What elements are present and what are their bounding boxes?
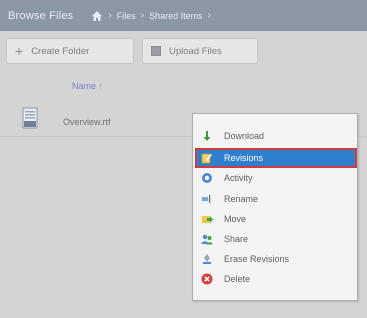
- upload-icon: [151, 46, 161, 56]
- plus-icon: +: [15, 43, 24, 59]
- menu-item-download[interactable]: Download: [201, 128, 351, 144]
- title-bar: Browse Files › Files › Shared Items ›: [0, 0, 367, 31]
- menu-item-label: Revisions: [224, 153, 264, 163]
- upload-files-button[interactable]: Upload Files: [142, 38, 258, 64]
- menu-item-activity[interactable]: Activity: [201, 170, 351, 186]
- menu-item-rename[interactable]: Rename: [201, 191, 351, 207]
- rename-icon: [201, 193, 213, 205]
- erase-revisions-icon: [201, 253, 213, 265]
- context-menu: Download Revisions Activity Rename Move: [192, 113, 358, 301]
- page-title: Browse Files: [8, 9, 74, 22]
- menu-item-label: Erase Revisions: [224, 254, 290, 264]
- column-header-name[interactable]: Name ↑: [72, 81, 103, 91]
- menu-item-label: Move: [224, 214, 247, 224]
- menu-item-label: Share: [224, 234, 249, 244]
- file-name: Overview.rtf: [63, 117, 111, 127]
- menu-item-label: Delete: [224, 274, 251, 284]
- document-file-icon: [22, 107, 38, 129]
- upload-files-label: Upload Files: [169, 45, 222, 57]
- file-browser: Browse Files › Files › Shared Items › + …: [0, 0, 367, 318]
- breadcrumb-separator-icon: ›: [207, 10, 211, 21]
- create-folder-button[interactable]: + Create Folder: [6, 38, 134, 64]
- menu-item-move[interactable]: Move: [201, 211, 351, 227]
- breadcrumb-separator-icon: ›: [108, 10, 112, 21]
- breadcrumb-separator-icon: ›: [140, 10, 145, 21]
- menu-item-label: Download: [224, 131, 265, 141]
- download-icon: [201, 130, 213, 142]
- delete-icon: [201, 273, 213, 285]
- breadcrumb-files[interactable]: Files: [117, 11, 136, 21]
- menu-item-erase-revisions[interactable]: Erase Revisions: [201, 251, 351, 267]
- menu-item-label: Rename: [224, 194, 259, 204]
- move-icon: [201, 213, 213, 225]
- activity-icon: [201, 172, 213, 184]
- menu-item-revisions[interactable]: Revisions: [195, 148, 357, 168]
- home-icon[interactable]: [91, 10, 103, 22]
- toolbar: + Create Folder Upload Files: [0, 31, 367, 71]
- menu-item-share[interactable]: Share: [201, 231, 351, 247]
- revisions-icon: [201, 152, 213, 164]
- breadcrumb-shared-items[interactable]: Shared Items: [149, 11, 203, 21]
- menu-item-label: Activity: [224, 173, 253, 183]
- share-icon: [201, 233, 213, 245]
- menu-item-delete[interactable]: Delete: [201, 271, 351, 287]
- create-folder-label: Create Folder: [31, 45, 90, 57]
